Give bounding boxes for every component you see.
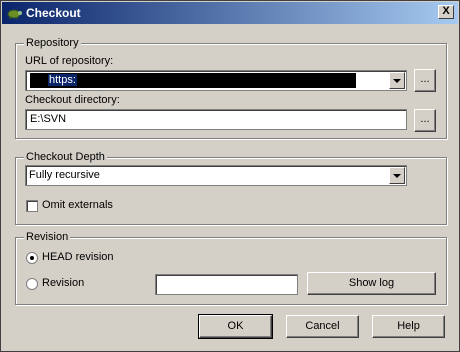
- depth-select[interactable]: Fully recursive: [25, 165, 407, 186]
- window-title: Checkout: [26, 6, 81, 20]
- redacted-url: [30, 73, 356, 88]
- url-label: URL of repository:: [25, 55, 114, 67]
- revision-legend: Revision: [24, 231, 71, 243]
- repository-legend: Repository: [24, 37, 81, 49]
- head-revision-label[interactable]: HEAD revision: [42, 251, 114, 263]
- specific-revision-radio[interactable]: [26, 278, 38, 290]
- tortoise-icon: [7, 9, 22, 19]
- dir-label: Checkout directory:: [25, 94, 120, 106]
- dir-browse-button[interactable]: ...: [414, 109, 436, 132]
- close-button[interactable]: X: [438, 5, 454, 19]
- url-dropdown-arrow[interactable]: [389, 72, 405, 89]
- cancel-button[interactable]: Cancel: [286, 315, 359, 338]
- ok-button[interactable]: OK: [198, 314, 273, 339]
- omit-externals-checkbox[interactable]: [26, 200, 38, 212]
- checkout-dir-value: E:\SVN: [30, 113, 67, 125]
- title-bar[interactable]: Checkout X: [2, 2, 458, 24]
- depth-dropdown-arrow[interactable]: [389, 167, 405, 184]
- url-combobox[interactable]: https:: [25, 70, 407, 91]
- checkout-dir-input[interactable]: E:\SVN: [25, 109, 407, 130]
- depth-legend: Checkout Depth: [24, 151, 107, 163]
- help-button[interactable]: Help: [372, 315, 445, 338]
- close-icon: X: [442, 5, 450, 17]
- url-browse-button[interactable]: ...: [414, 69, 436, 92]
- omit-externals-label[interactable]: Omit externals: [42, 199, 113, 211]
- depth-selected: Fully recursive: [29, 169, 100, 181]
- specific-revision-label[interactable]: Revision: [42, 277, 84, 289]
- revision-input[interactable]: [155, 274, 298, 295]
- head-revision-radio[interactable]: [26, 252, 38, 264]
- checkout-dialog: Checkout X Repository URL of repository:…: [0, 0, 460, 352]
- show-log-button[interactable]: Show log: [307, 272, 436, 295]
- url-value: https:: [48, 74, 77, 86]
